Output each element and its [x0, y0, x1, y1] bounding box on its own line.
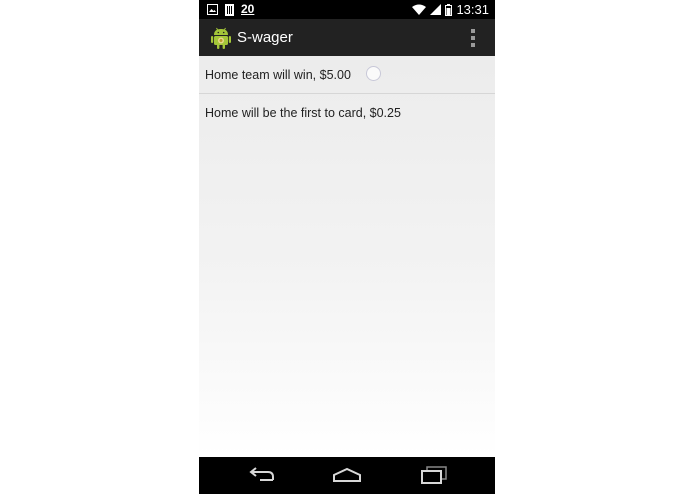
bet-label: Home team will win, $5.00 — [205, 68, 351, 82]
android-app-icon[interactable] — [210, 26, 232, 50]
app-title: S-wager — [237, 29, 293, 46]
wifi-icon — [412, 4, 427, 15]
list-item[interactable]: Home team will win, $5.00 — [199, 56, 495, 94]
image-icon — [207, 4, 218, 15]
bet-label: Home will be the first to card, $0.25 — [205, 106, 401, 120]
bet-radio-button[interactable] — [366, 66, 381, 81]
home-icon[interactable] — [332, 464, 362, 486]
recent-apps-icon[interactable] — [419, 464, 449, 486]
list-item[interactable]: Home will be the first to card, $0.25 — [199, 94, 495, 132]
status-bar-right: 13:31 — [412, 2, 489, 17]
notification-count: 20 — [241, 2, 255, 16]
action-bar: S-wager — [199, 19, 495, 56]
status-bar-left: 20 — [207, 2, 254, 17]
overflow-menu-icon[interactable] — [463, 26, 483, 50]
bet-list: Home team will win, $5.00 Home will be t… — [199, 56, 495, 457]
status-bar: 20 13:31 — [199, 0, 495, 19]
sim-icon — [225, 3, 234, 16]
signal-icon — [430, 4, 442, 15]
status-clock: 13:31 — [456, 2, 489, 17]
navigation-bar — [199, 457, 495, 494]
battery-icon — [445, 3, 453, 16]
phone-screen: 20 13:31 S-wager Home team will win, $5.… — [199, 0, 495, 494]
back-icon[interactable] — [246, 464, 276, 486]
